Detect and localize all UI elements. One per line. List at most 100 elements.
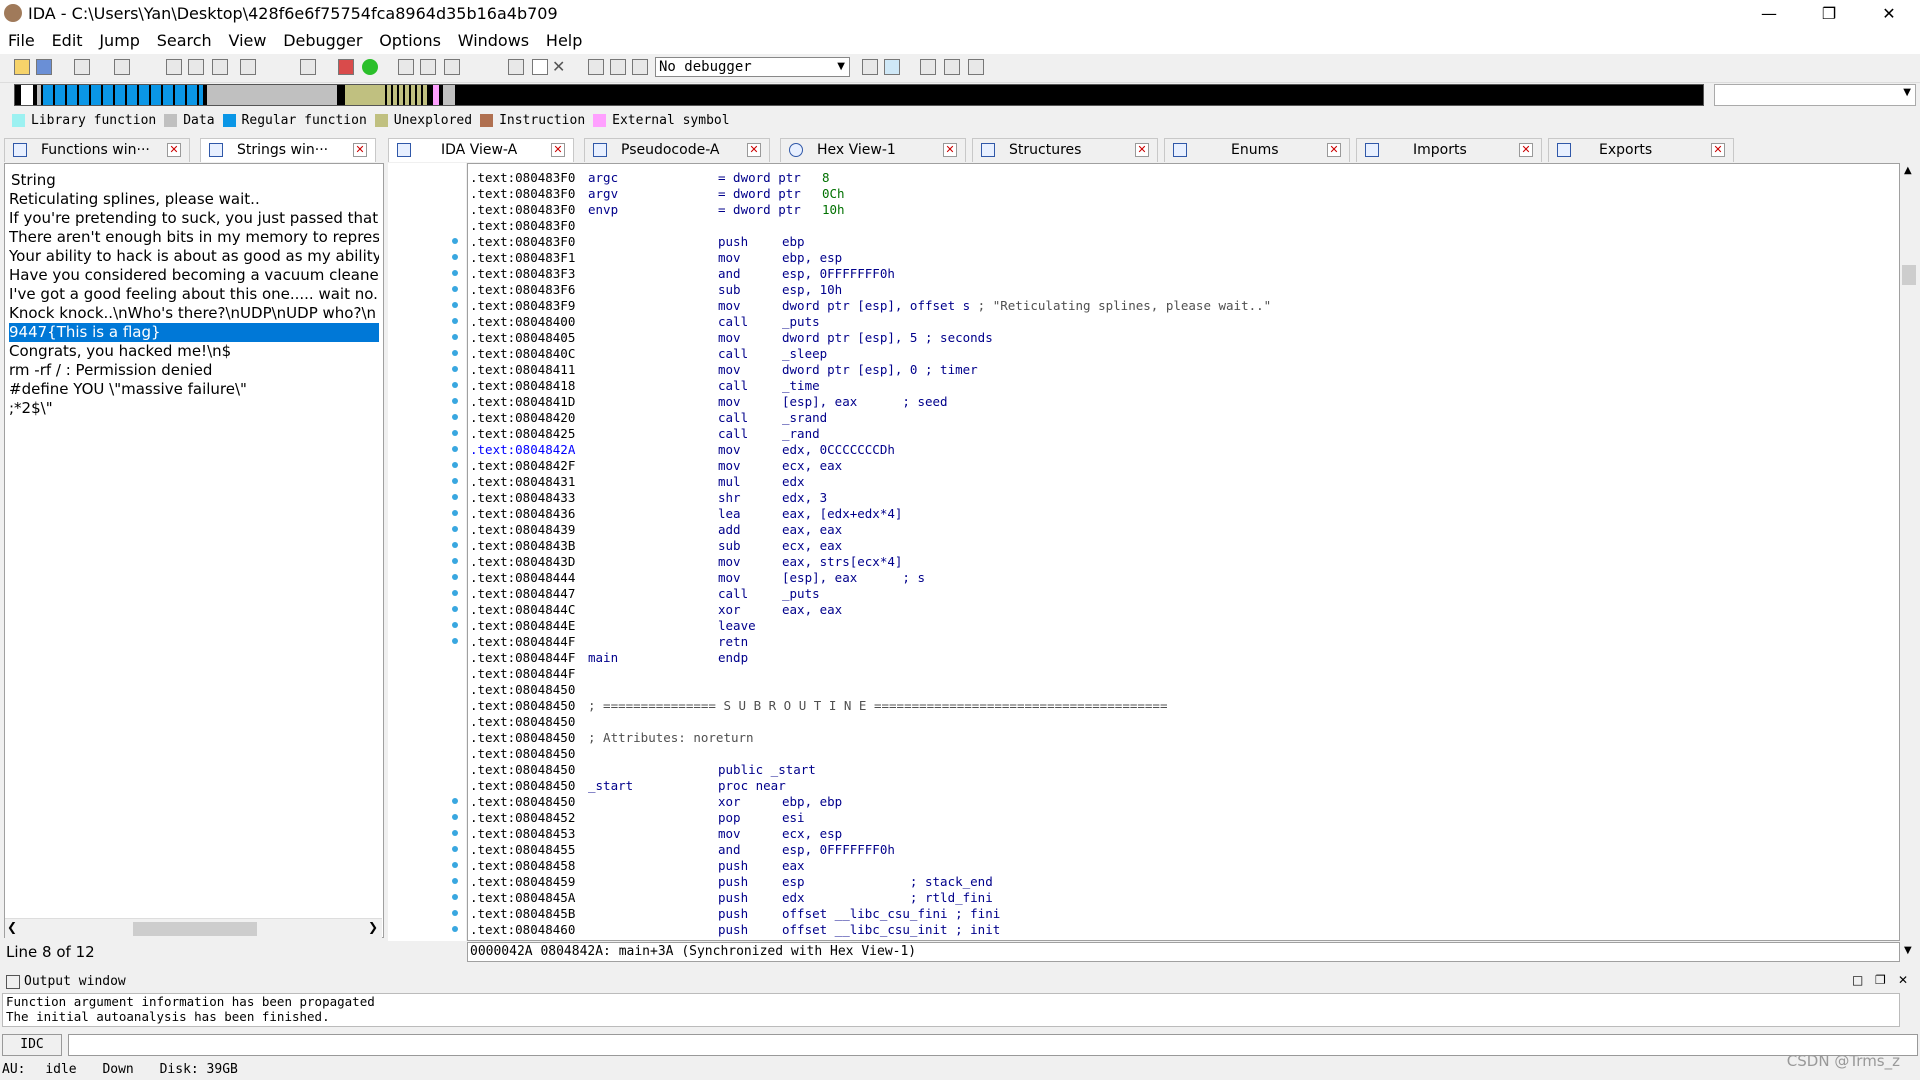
disasm-line[interactable]: .text:080483F0 argc = dword ptr 8: [470, 170, 1890, 186]
string-row[interactable]: Your ability to hack is about as good as…: [9, 247, 379, 266]
menu-edit[interactable]: Edit: [46, 28, 89, 54]
search-text-icon[interactable]: [166, 59, 182, 75]
disasm-operand[interactable]: esp, 10h: [782, 282, 842, 298]
disasm-line[interactable]: .text:080483F9 mov dword ptr [esp], offset…: [470, 298, 1890, 314]
disasm-operand[interactable]: offset __libc_csu_init ; init: [782, 922, 1000, 938]
disasm-line[interactable]: .text:080483F3 and esp, 0FFFFFFF0h: [470, 266, 1890, 282]
menu-debugger[interactable]: Debugger: [277, 28, 368, 54]
disasm-label[interactable]: argc: [588, 170, 618, 186]
disasm-operand[interactable]: edx, 3: [782, 490, 827, 506]
disasm-operand[interactable]: edx: [782, 474, 805, 490]
disasm-line[interactable]: .text:08048450: [470, 746, 1890, 762]
disasm-operand[interactable]: [esp], eax ; s: [782, 570, 925, 586]
disasm-line[interactable]: .text:08048439 add eax, eax: [470, 522, 1890, 538]
disasm-line[interactable]: .text:080483F0 push ebp: [470, 234, 1890, 250]
string-row[interactable]: ;*2$\": [9, 399, 379, 418]
disasm-operand[interactable]: [esp], eax ; seed: [782, 394, 948, 410]
stop-icon[interactable]: [632, 59, 648, 75]
forward-icon[interactable]: [114, 59, 130, 75]
disasm-operand[interactable]: eax, eax: [782, 522, 842, 538]
disasm-line[interactable]: .text:08048459 push esp ; stack_end: [470, 874, 1890, 890]
disasm-line[interactable]: .text:08048444 mov [esp], eax ; s: [470, 570, 1890, 586]
navband-select[interactable]: ▼: [1714, 84, 1916, 106]
tab-imports[interactable]: Imports ✕: [1356, 138, 1542, 162]
disasm-operand[interactable]: _puts: [782, 314, 820, 330]
close-icon[interactable]: ✕: [551, 143, 565, 157]
disasm-line[interactable]: .text:0804845B push offset __libc_csu_fini…: [470, 906, 1890, 922]
disasm-operand[interactable]: 8: [822, 170, 830, 186]
tab-hex-view-1[interactable]: Hex View-1 ✕: [780, 138, 966, 162]
disasm-label[interactable]: argv: [588, 186, 618, 202]
search-binary-icon[interactable]: [188, 59, 204, 75]
scroll-down-icon[interactable]: ▼: [1904, 945, 1912, 956]
patch-icon[interactable]: [508, 59, 524, 75]
tab-strings-window[interactable]: Strings win··· ✕: [200, 138, 376, 162]
graph-icon[interactable]: [338, 59, 354, 75]
disasm-line[interactable]: .text:080483F1 mov ebp, esp: [470, 250, 1890, 266]
disasm-operand[interactable]: ebp: [782, 234, 805, 250]
disasm-operand[interactable]: esi: [782, 810, 805, 826]
string-row[interactable]: There aren't enough bits in my memory to…: [9, 228, 379, 247]
disasm-line[interactable]: .text:08048450 ; Attributes: noreturn: [470, 730, 1890, 746]
disasm-line[interactable]: .text:08048452 pop esi: [470, 810, 1890, 826]
disasm-line[interactable]: .text:0804844E leave: [470, 618, 1890, 634]
debugger-attach-icon[interactable]: [862, 59, 878, 75]
disasm-operand[interactable]: dword ptr [esp], 0 ; timer: [782, 362, 978, 378]
strings-horizontal-scrollbar[interactable]: ❮ ❯: [5, 918, 382, 939]
disasm-line[interactable]: .text:0804845A push edx ; rtld_fini: [470, 890, 1890, 906]
disasm-operand[interactable]: dword ptr [esp], 5 ; seconds: [782, 330, 993, 346]
disasm-line[interactable]: .text:08048411 mov dword ptr [esp], 0 ; ti…: [470, 362, 1890, 378]
disasm-line[interactable]: .text:0804843B sub ecx, eax: [470, 538, 1890, 554]
breakpoint-icon[interactable]: [944, 59, 960, 75]
disasm-line[interactable]: .text:08048460 push offset __libc_csu_init…: [470, 922, 1890, 938]
disasm-label[interactable]: _start: [588, 778, 633, 794]
disasm-line[interactable]: .text:08048458 push eax: [470, 858, 1890, 874]
disasm-operand[interactable]: esp, 0FFFFFFF0h: [782, 266, 895, 282]
step-icon[interactable]: [920, 59, 936, 75]
search-imm-icon[interactable]: [212, 59, 228, 75]
string-row[interactable]: I've got a good feeling about this one..…: [9, 285, 379, 304]
disasm-line[interactable]: .text:08048405 mov dword ptr [esp], 5 ; se…: [470, 330, 1890, 346]
disasm-operand[interactable]: _rand: [782, 426, 820, 442]
disasm-line[interactable]: .text:080483F6 sub esp, 10h: [470, 282, 1890, 298]
disasm-line[interactable]: .text:0804840C call _sleep: [470, 346, 1890, 362]
output-log[interactable]: Function argument information has been p…: [2, 993, 1900, 1027]
disasm-line[interactable]: .text:080483F0 argv = dword ptr 0Ch: [470, 186, 1890, 202]
disasm-line[interactable]: .text:0804843D mov eax, strs[ecx*4]: [470, 554, 1890, 570]
minimize-button[interactable]: —: [1740, 0, 1798, 28]
tab-exports[interactable]: Exports ✕: [1548, 138, 1734, 162]
ida-view-a-disassembly[interactable]: .text:080483F0 argc = dword ptr 8 .text:0804…: [467, 163, 1900, 941]
pause-icon[interactable]: [610, 59, 626, 75]
disasm-line[interactable]: .text:08048455 and esp, 0FFFFFFF0h: [470, 842, 1890, 858]
disasm-operand[interactable]: eax, strs[ecx*4]: [782, 554, 902, 570]
close-icon[interactable]: ✕: [1135, 143, 1149, 157]
tab-functions-window[interactable]: Functions win··· ✕: [4, 138, 190, 162]
disasm-operand[interactable]: 0Ch: [822, 186, 845, 202]
menu-options[interactable]: Options: [373, 28, 447, 54]
disasm-operand[interactable]: ecx, eax: [782, 458, 842, 474]
idc-command-input[interactable]: [68, 1034, 1918, 1056]
undefine-icon[interactable]: [532, 59, 548, 75]
disasm-line[interactable]: .text:08048450 public _start: [470, 762, 1890, 778]
menu-search[interactable]: Search: [151, 28, 218, 54]
disasm-label[interactable]: envp: [588, 202, 618, 218]
tab-pseudocode-a[interactable]: Pseudocode-A ✕: [584, 138, 770, 162]
disasm-operand[interactable]: _sleep: [782, 346, 827, 362]
disasm-operand[interactable]: ebp, ebp: [782, 794, 842, 810]
disasm-operand[interactable]: ebp, esp: [782, 250, 842, 266]
scroll-right-icon[interactable]: ❯: [368, 920, 378, 934]
disasm-line[interactable]: .text:080483F0 envp = dword ptr 10h: [470, 202, 1890, 218]
disasm-line[interactable]: .text:0804844C xor eax, eax: [470, 602, 1890, 618]
disasm-line[interactable]: .text:08048450 _start proc near: [470, 778, 1890, 794]
close-icon[interactable]: ✕: [1327, 143, 1341, 157]
ida-vertical-scrollbar[interactable]: ▲ ▼: [1900, 163, 1918, 963]
close-icon[interactable]: ✕: [1519, 143, 1533, 157]
disasm-line[interactable]: .text:0804844F: [470, 666, 1890, 682]
menu-jump[interactable]: Jump: [93, 28, 146, 54]
scroll-thumb[interactable]: [133, 922, 257, 936]
disasm-operand[interactable]: edx, 0CCCCCCCDh: [782, 442, 895, 458]
restore-icon[interactable]: ❐: [1875, 973, 1886, 987]
disasm-operand[interactable]: edx ; rtld_fini: [782, 890, 993, 906]
create-function-icon[interactable]: [398, 59, 414, 75]
disasm-line[interactable]: .text:0804841D mov [esp], eax ; seed: [470, 394, 1890, 410]
